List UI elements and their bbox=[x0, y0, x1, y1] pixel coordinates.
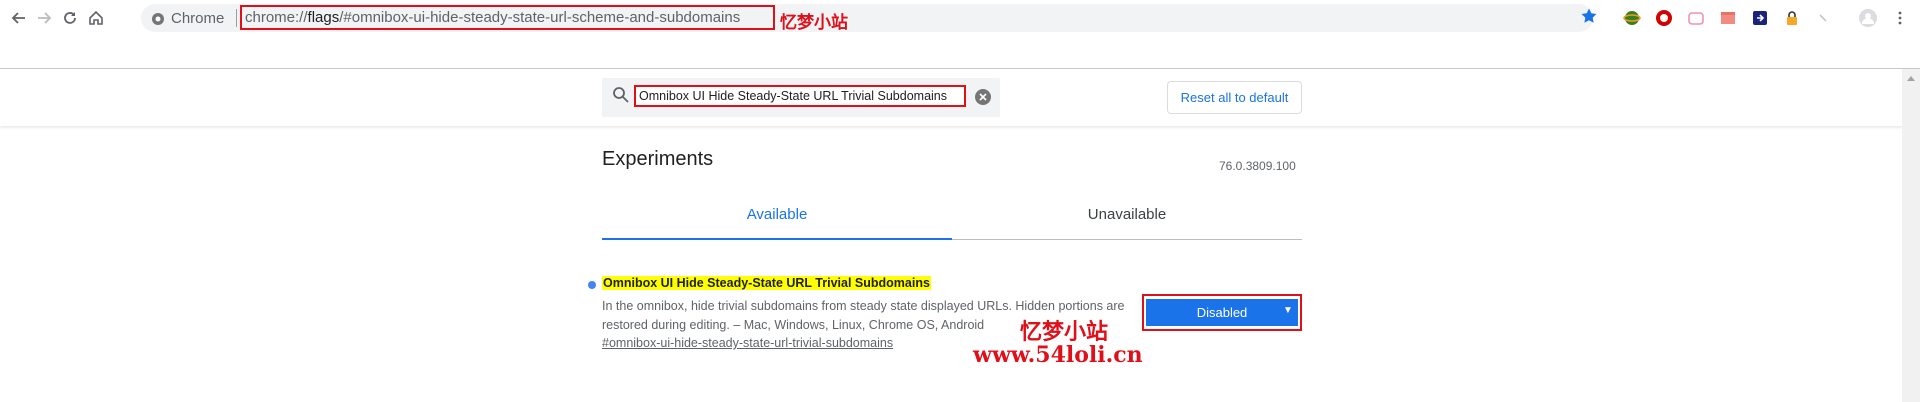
url-path: /#omnibox-ui-hide-steady-state-url-schem… bbox=[339, 9, 741, 26]
watermark-site: www.54loli.cn bbox=[973, 342, 1143, 368]
bookmark-button[interactable] bbox=[1580, 7, 1598, 30]
site-chip: Chrome bbox=[151, 10, 224, 27]
reload-icon bbox=[64, 12, 76, 24]
extension-arrow-icon[interactable] bbox=[1748, 6, 1772, 30]
url-text[interactable]: chrome://flags/#omnibox-ui-hide-steady-s… bbox=[245, 9, 740, 26]
profile-avatar-icon[interactable] bbox=[1856, 6, 1880, 30]
clear-icon bbox=[975, 89, 991, 105]
flag-state-value: Disabled bbox=[1196, 305, 1248, 320]
dropdown-arrow-icon: ▼ bbox=[1283, 305, 1293, 316]
star-icon bbox=[1581, 8, 1597, 23]
version-label: 76.0.3809.100 bbox=[1219, 159, 1296, 173]
extension-globe-icon[interactable] bbox=[1620, 6, 1644, 30]
chip-divider bbox=[236, 9, 237, 27]
tab-active-indicator bbox=[602, 238, 952, 240]
arrow-left-icon bbox=[11, 12, 25, 24]
scroll-up-arrow-icon[interactable] bbox=[1907, 76, 1915, 81]
search-icon bbox=[612, 86, 630, 109]
extensions-bar bbox=[1620, 6, 1912, 30]
reload-button[interactable] bbox=[59, 7, 81, 29]
reset-all-button[interactable]: Reset all to default bbox=[1167, 81, 1302, 114]
tab-unavailable[interactable]: Unavailable bbox=[952, 206, 1302, 223]
tab-available[interactable]: Available bbox=[602, 206, 952, 223]
extension-wand-icon[interactable] bbox=[1812, 6, 1836, 30]
url-scheme: chrome:// bbox=[245, 9, 308, 26]
search-input-value: Omnibox UI Hide Steady-State URL Trivial… bbox=[639, 89, 948, 103]
forward-button[interactable] bbox=[33, 7, 55, 29]
page-title: Experiments bbox=[602, 148, 714, 170]
url-host: flags bbox=[307, 9, 340, 26]
modified-dot-icon bbox=[588, 281, 596, 289]
home-button[interactable] bbox=[85, 7, 107, 29]
flag-permalink[interactable]: #omnibox-ui-hide-steady-state-url-trivia… bbox=[602, 336, 893, 350]
menu-icon[interactable] bbox=[1888, 6, 1912, 30]
extension-tv-icon[interactable] bbox=[1684, 6, 1708, 30]
scrollbar[interactable] bbox=[1902, 69, 1920, 402]
extension-store-icon[interactable] bbox=[1716, 6, 1740, 30]
back-button[interactable] bbox=[8, 7, 30, 29]
extension-shield-icon[interactable] bbox=[1652, 6, 1676, 30]
flag-state-select[interactable]: Disabled bbox=[1146, 299, 1298, 326]
clear-search-button[interactable] bbox=[974, 88, 992, 111]
home-icon bbox=[89, 10, 103, 25]
watermark-label: 忆梦小站 bbox=[780, 13, 848, 33]
browser-toolbar: Chrome chrome://flags/#omnibox-ui-hide-s… bbox=[0, 0, 1920, 36]
arrow-right-icon bbox=[38, 12, 52, 24]
extension-lock-icon[interactable] bbox=[1780, 6, 1804, 30]
site-chip-label: Chrome bbox=[171, 10, 225, 27]
chrome-logo-icon bbox=[152, 12, 164, 25]
flag-title: Omnibox UI Hide Steady-State URL Trivial… bbox=[602, 276, 931, 290]
